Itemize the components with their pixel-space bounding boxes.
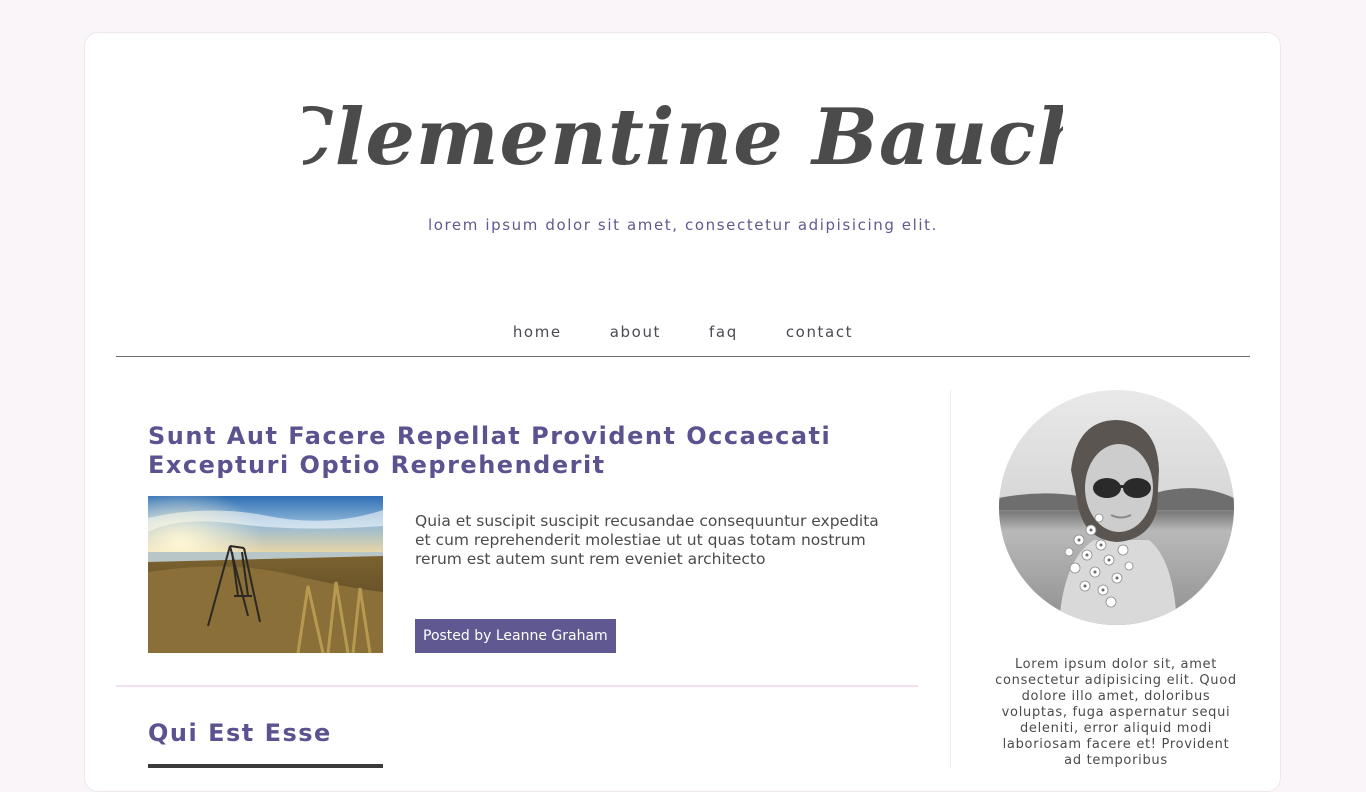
- nav-item-home[interactable]: home: [513, 318, 562, 346]
- site-tagline: lorem ipsum dolor sit amet, consectetur …: [427, 216, 939, 234]
- profile-avatar: [999, 390, 1234, 625]
- main-nav: home about faq contact: [116, 318, 1250, 357]
- post-thumbnail-image: [148, 496, 383, 653]
- nav-item-faq[interactable]: faq: [709, 318, 738, 346]
- site-title[interactable]: Clementine Bauch: [0, 92, 1366, 188]
- site-title-script: Clementine Bauch: [303, 92, 1063, 183]
- post-title[interactable]: Qui Est Esse: [148, 719, 888, 748]
- post-divider: [116, 685, 918, 687]
- post-thumbnail[interactable]: [148, 764, 383, 768]
- profile-photo: [999, 390, 1234, 625]
- post-thumbnail[interactable]: [148, 496, 383, 653]
- nav-item-contact[interactable]: contact: [786, 318, 853, 346]
- nav-item-about[interactable]: about: [610, 318, 661, 346]
- post-title[interactable]: Sunt Aut Facere Repellat Provident Occae…: [148, 422, 888, 480]
- sidebar-bio: Lorem ipsum dolor sit, amet consectetur …: [995, 657, 1237, 768]
- site-title-text: Clementine Bauch: [303, 92, 1063, 183]
- sidebar-divider: [950, 390, 951, 768]
- post-author-button[interactable]: Posted by Leanne Graham: [415, 619, 616, 653]
- post-excerpt: Quia et suscipit suscipit recusandae con…: [415, 512, 879, 568]
